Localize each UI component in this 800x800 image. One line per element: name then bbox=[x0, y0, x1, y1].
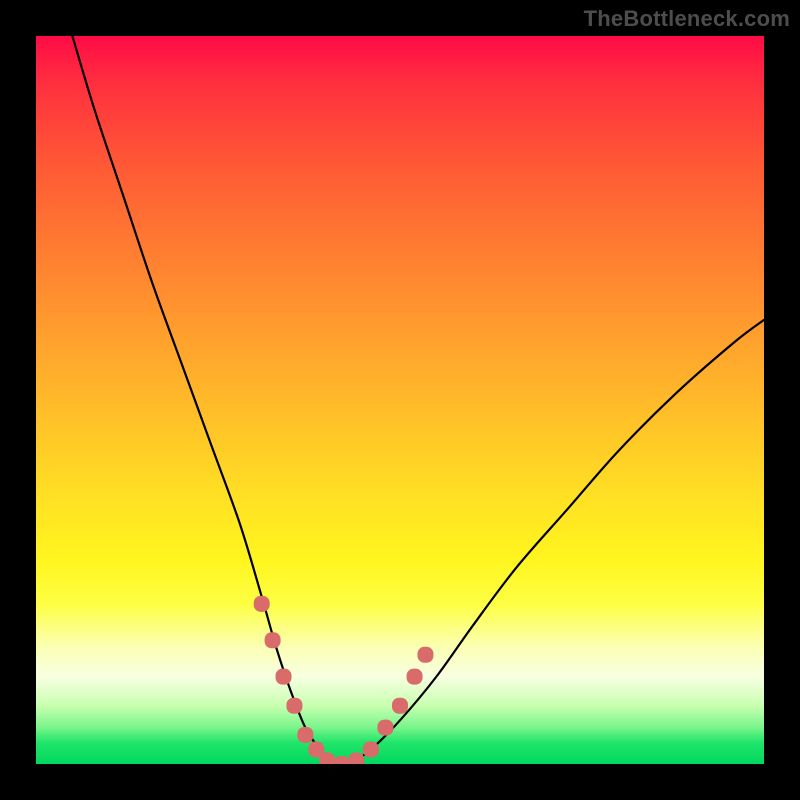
watermark-text: TheBottleneck.com bbox=[584, 6, 790, 32]
curve-marker bbox=[417, 647, 433, 663]
curve-marker bbox=[392, 698, 408, 714]
curve-marker bbox=[297, 727, 313, 743]
plot-area bbox=[36, 36, 764, 764]
curve-marker bbox=[407, 669, 423, 685]
curve-marker bbox=[319, 752, 335, 764]
curve-marker bbox=[363, 741, 379, 757]
curve-marker bbox=[334, 756, 350, 764]
curve-marker bbox=[265, 632, 281, 648]
curve-marker bbox=[348, 752, 364, 764]
bottleneck-curve-svg bbox=[36, 36, 764, 764]
chart-frame: TheBottleneck.com bbox=[0, 0, 800, 800]
curve-marker bbox=[286, 698, 302, 714]
curve-marker bbox=[254, 596, 270, 612]
curve-markers bbox=[254, 596, 434, 764]
curve-marker bbox=[377, 720, 393, 736]
curve-marker bbox=[276, 669, 292, 685]
